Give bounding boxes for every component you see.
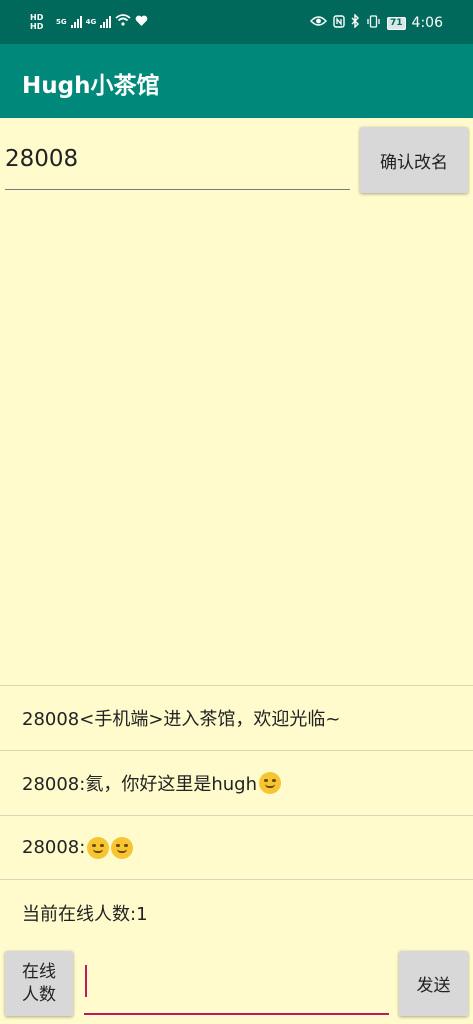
vibrate-icon: [366, 14, 381, 32]
chat-message-text: 28008:氦，你好这里是hugh: [22, 774, 257, 795]
heart-icon: [135, 12, 148, 31]
bluetooth-icon: [351, 13, 360, 32]
eye-icon: [309, 15, 328, 31]
nickname-input[interactable]: 28008: [5, 138, 350, 190]
hd-icon: HD HD: [30, 13, 52, 31]
status-left: HD HD 5G 4G: [30, 12, 148, 31]
hugging-face-icon: [111, 836, 134, 859]
chat-message-2: 28008:氦，你好这里是hugh: [0, 750, 473, 815]
hd-label-2: HD: [30, 21, 44, 31]
battery-icon: 71: [387, 16, 406, 30]
chat-message-3: 28008:: [0, 815, 473, 880]
hugging-face-icon: [87, 836, 110, 859]
online-count-label: 当前在线人数:1: [22, 904, 148, 925]
text-cursor: [85, 965, 87, 997]
confirm-rename-button[interactable]: 确认改名: [360, 127, 468, 193]
app-title: Hugh小茶馆: [22, 73, 160, 99]
online-count-button[interactable]: 在线 人数: [5, 951, 73, 1016]
chat-message-text: 28008:: [22, 837, 86, 858]
send-button[interactable]: 发送: [399, 951, 468, 1016]
signal-icon-2: [100, 15, 112, 28]
chat-message-1: 28008<手机端>进入茶馆，欢迎光临~: [0, 685, 473, 750]
app-bar: Hugh小茶馆: [0, 44, 473, 118]
message-input[interactable]: [84, 955, 389, 1015]
network-5g-label: 5G: [56, 17, 67, 26]
chat-message-list: 28008<手机端>进入茶馆，欢迎光临~ 28008:氦，你好这里是hugh 2…: [0, 685, 473, 880]
status-bar: HD HD 5G 4G 71 4:06: [0, 0, 473, 44]
nfc-icon: [333, 14, 345, 32]
hd-label-1: HD: [30, 12, 44, 22]
signal-icon: [70, 15, 82, 28]
wifi-icon: [115, 13, 131, 30]
network-4g-label: 4G: [85, 17, 97, 26]
clock: 4:06: [411, 15, 443, 31]
chat-message-text: 28008<手机端>进入茶馆，欢迎光临~: [22, 709, 341, 730]
smirking-face-icon: [258, 772, 281, 794]
status-right: 71 4:06: [309, 13, 443, 32]
